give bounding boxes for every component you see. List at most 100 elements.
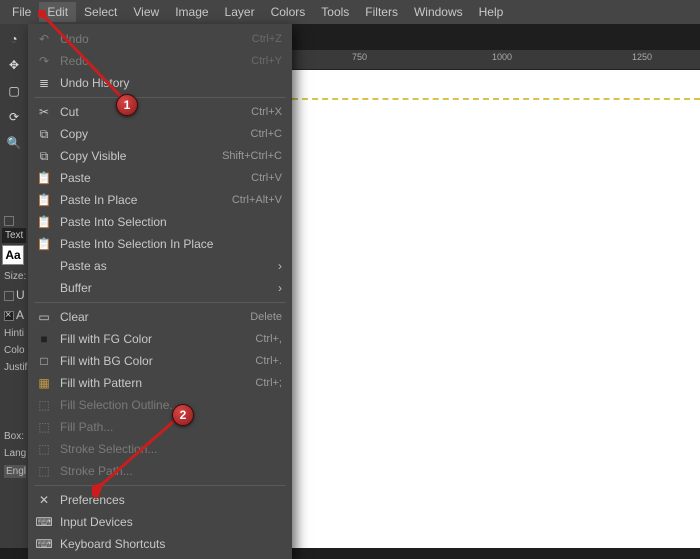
menu-item-label: Keyboard Shortcuts (54, 537, 282, 551)
menu-item-stroke-path: ⬚Stroke Path... (28, 460, 292, 482)
menu-windows[interactable]: Windows (406, 2, 471, 22)
justify-label: Justif (4, 362, 26, 373)
tool-wilber-icon[interactable]: ◔ (5, 30, 23, 48)
tool-zoom-icon[interactable]: 🔍 (5, 134, 23, 152)
ruler-tick: 750 (352, 52, 367, 62)
annotation-badge-1: 1 (116, 94, 138, 116)
menu-item-label: Fill Selection Outline... (54, 398, 282, 412)
menu-layer[interactable]: Layer (217, 2, 263, 22)
shortcut-label: Ctrl+Alt+V (232, 194, 282, 206)
stroke-icon: ⬚ (34, 464, 54, 478)
menu-separator (34, 485, 286, 486)
language-label: Lang (4, 448, 26, 459)
shortcut-label: Ctrl+C (251, 128, 282, 140)
menu-filters[interactable]: Filters (357, 2, 406, 22)
shortcut-label: Ctrl+, (255, 333, 282, 345)
edit-menu-dropdown: ↶UndoCtrl+Z↷RedoCtrl+Y≣Undo History✂CutC… (28, 24, 292, 559)
prefs-icon: ✕ (34, 493, 54, 507)
shortcut-label: Ctrl+. (255, 355, 282, 367)
menu-item-paste-in-place[interactable]: 📋Paste In PlaceCtrl+Alt+V (28, 189, 292, 211)
menu-item-label: Redo (54, 54, 251, 68)
paste-icon: 📋 (34, 193, 54, 207)
menu-item-cut[interactable]: ✂CutCtrl+X (28, 101, 292, 123)
menu-item-label: Undo (54, 32, 252, 46)
shortcut-label: Ctrl+X (251, 106, 282, 118)
menu-item-label: Paste In Place (54, 193, 232, 207)
menu-item-clear[interactable]: ▭ClearDelete (28, 306, 292, 328)
menu-item-stroke-selection: ⬚Stroke Selection... (28, 438, 292, 460)
menu-item-redo: ↷RedoCtrl+Y (28, 50, 292, 72)
text-tab[interactable]: Text (2, 228, 26, 243)
tool-crop-icon[interactable]: ▢ (5, 82, 23, 100)
hinting-label: Hinti (4, 328, 26, 339)
undo-icon: ↶ (34, 32, 54, 46)
size-label: Size: (4, 271, 26, 282)
menu-item-fill-with-fg-color[interactable]: ■Fill with FG ColorCtrl+, (28, 328, 292, 350)
menu-item-buffer[interactable]: Buffer› (28, 277, 292, 299)
menu-separator (34, 97, 286, 98)
menu-separator (34, 302, 286, 303)
paste-icon: 📋 (34, 171, 54, 185)
tool-options-panel: Text Aa Size: U A Hinti Colo Justif Box:… (0, 210, 28, 548)
history-icon: ≣ (34, 76, 54, 90)
copy-icon: ⧉ (34, 149, 54, 164)
menu-item-undo-history[interactable]: ≣Undo History (28, 72, 292, 94)
menu-item-paste-into-selection-in-place[interactable]: 📋Paste Into Selection In Place (28, 233, 292, 255)
menu-view[interactable]: View (125, 2, 167, 22)
menu-item-label: Cut (54, 105, 251, 119)
paste-icon: 📋 (34, 215, 54, 229)
menu-item-label: Copy Visible (54, 149, 222, 163)
menu-item-undo: ↶UndoCtrl+Z (28, 28, 292, 50)
font-preview[interactable]: Aa (2, 245, 24, 265)
stroke-icon: ⬚ (34, 442, 54, 456)
menu-item-label: Buffer (54, 281, 282, 295)
menu-item-label: Fill with FG Color (54, 332, 255, 346)
menu-item-label: Paste (54, 171, 251, 185)
annotation-badge-2: 2 (172, 404, 194, 426)
menubar: FileEditSelectViewImageLayerColorsToolsF… (0, 0, 700, 24)
menu-item-label: Clear (54, 310, 250, 324)
ruler-horizontal: 75010001250 (292, 50, 700, 70)
menu-item-label: Input Devices (54, 515, 282, 529)
menu-tools[interactable]: Tools (313, 2, 357, 22)
menu-item-label: Paste as (54, 259, 282, 273)
menu-item-fill-selection-outline: ⬚Fill Selection Outline... (28, 394, 292, 416)
tool-rotate-icon[interactable]: ⟳ (5, 108, 23, 126)
menu-item-label: Paste Into Selection (54, 215, 282, 229)
stroke-icon: ⬚ (34, 420, 54, 434)
menu-file[interactable]: File (4, 2, 39, 22)
menu-select[interactable]: Select (76, 2, 125, 22)
bgfill-icon: □ (34, 354, 54, 368)
ruler-tick: 1250 (632, 52, 652, 62)
menu-item-label: Stroke Selection... (54, 442, 282, 456)
box-label: Box: (4, 431, 26, 442)
use-editor-option[interactable]: U (4, 288, 26, 302)
tool-move-icon[interactable]: ✥ (5, 56, 23, 74)
menu-item-preferences[interactable]: ✕Preferences (28, 489, 292, 511)
shortcut-label: Ctrl+V (251, 172, 282, 184)
menu-item-copy-visible[interactable]: ⧉Copy VisibleShift+Ctrl+C (28, 145, 292, 167)
canvas[interactable] (292, 70, 700, 548)
menu-item-label: Fill Path... (54, 420, 282, 434)
paste-icon: 📋 (34, 237, 54, 251)
menu-item-input-devices[interactable]: ⌨Input Devices (28, 511, 292, 533)
kbd-icon: ⌨ (34, 537, 54, 551)
menu-image[interactable]: Image (167, 2, 216, 22)
menu-item-paste-as[interactable]: Paste as› (28, 255, 292, 277)
menu-item-label: Undo History (54, 76, 282, 90)
antialias-option[interactable]: A (4, 308, 26, 322)
shortcut-label: Ctrl+Z (252, 33, 282, 45)
menu-item-label: Fill with Pattern (54, 376, 255, 390)
menu-colors[interactable]: Colors (263, 2, 314, 22)
menu-item-fill-with-bg-color[interactable]: □Fill with BG ColorCtrl+. (28, 350, 292, 372)
cut-icon: ✂ (34, 105, 54, 119)
clear-icon: ▭ (34, 310, 54, 324)
menu-item-fill-with-pattern[interactable]: ▦Fill with PatternCtrl+; (28, 372, 292, 394)
menu-edit[interactable]: Edit (39, 2, 76, 22)
menu-item-paste[interactable]: 📋PasteCtrl+V (28, 167, 292, 189)
menu-help[interactable]: Help (471, 2, 512, 22)
menu-item-keyboard-shortcuts[interactable]: ⌨Keyboard Shortcuts (28, 533, 292, 555)
menu-item-copy[interactable]: ⧉CopyCtrl+C (28, 123, 292, 145)
language-value[interactable]: Engl (4, 465, 26, 478)
menu-item-paste-into-selection[interactable]: 📋Paste Into Selection (28, 211, 292, 233)
